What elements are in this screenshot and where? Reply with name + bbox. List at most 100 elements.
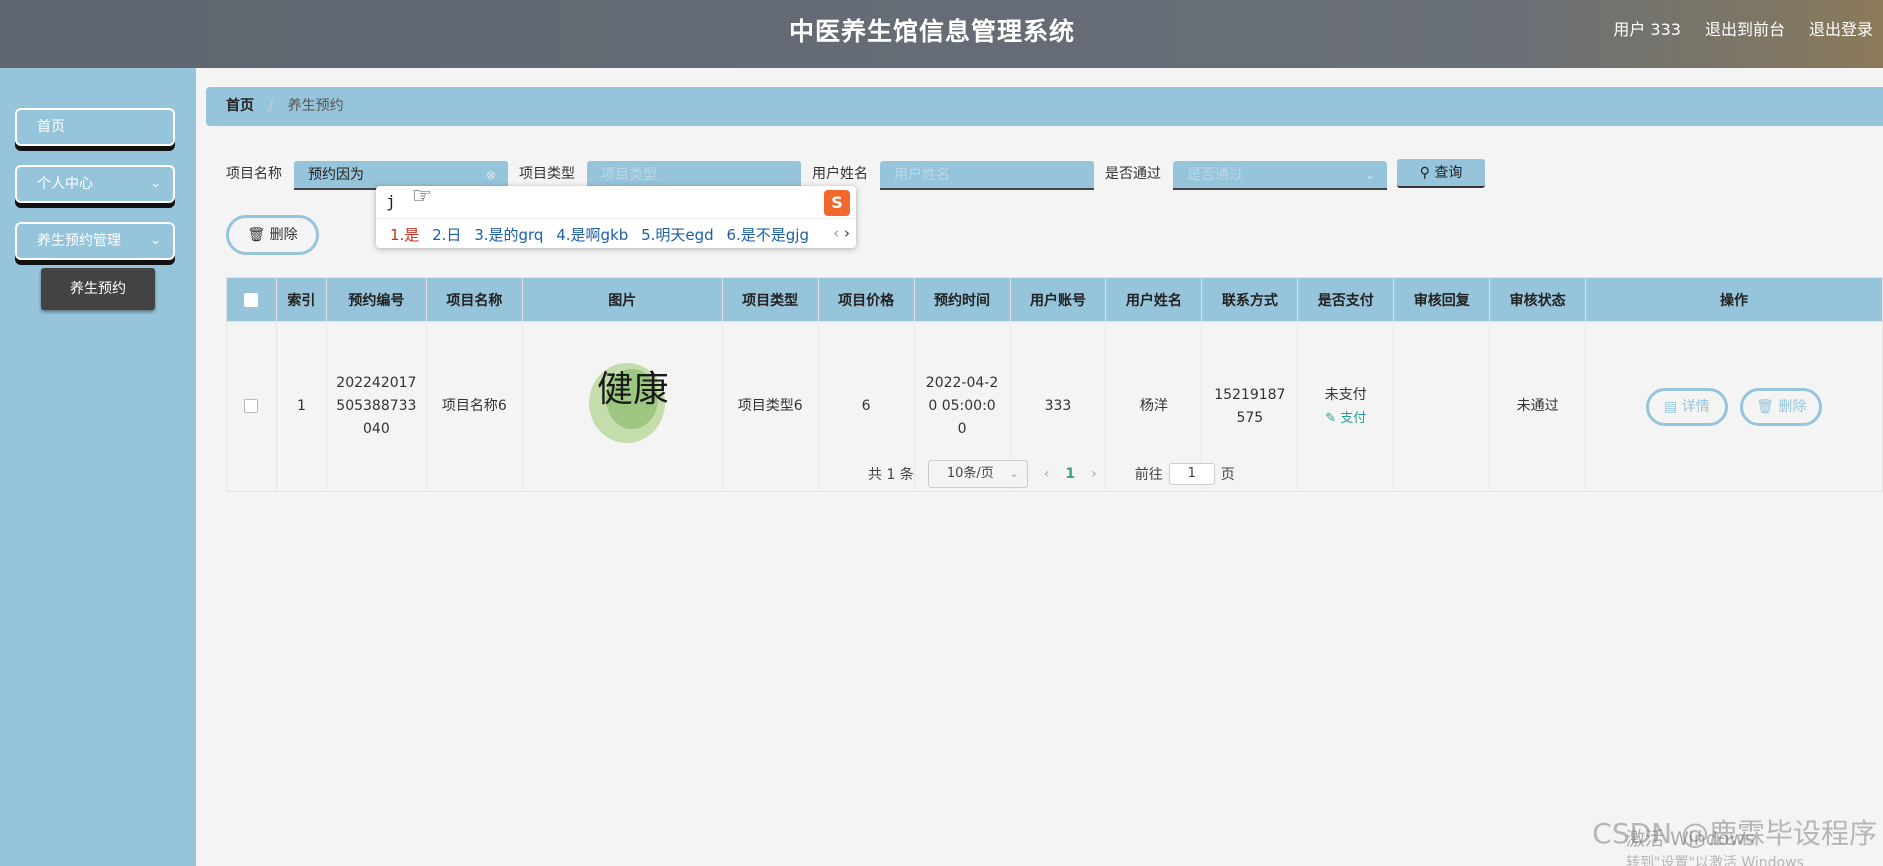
cell-image: 健康 (521, 321, 723, 492)
pagination-total: 共 1 条 (868, 467, 914, 483)
document-icon: ▤ (1663, 398, 1678, 415)
passed-placeholder: 是否通过 (1187, 167, 1243, 183)
batch-delete-button[interactable]: 🗑 删除 (226, 215, 319, 255)
sidebar: 首页 个人中心 ⌄ 养生预约管理 ⌄ 养生预约 (0, 68, 196, 866)
ime-candidate[interactable]: 5.明天egd (641, 226, 714, 244)
ime-prev-icon[interactable]: ‹ (833, 224, 839, 242)
passed-label: 是否通过 (1105, 166, 1161, 182)
trash-icon: 🗑 (247, 227, 266, 243)
next-page-button[interactable]: › (1091, 466, 1097, 482)
cell-order-no: 202242017505388733040 (325, 321, 427, 492)
logout-link[interactable]: 退出登录 (1809, 16, 1873, 40)
column-header: 项目类型 (721, 277, 819, 322)
detail-button-label: 详情 (1681, 398, 1710, 415)
cell-reply (1393, 321, 1491, 492)
breadcrumb-current: 养生预约 (287, 98, 344, 114)
column-header: 是否支付 (1297, 277, 1395, 322)
detail-button[interactable]: ▤ 详情 (1645, 387, 1728, 426)
chevron-down-icon: ⌄ (150, 176, 161, 191)
ime-divider (376, 218, 856, 219)
cell-index: 1 (275, 321, 327, 492)
breadcrumb-home[interactable]: 首页 (226, 98, 254, 114)
sidebar-item-personal-center[interactable]: 个人中心 ⌄ (15, 165, 175, 203)
user-name-input[interactable]: 用户姓名 (880, 161, 1094, 190)
project-name-label: 项目名称 (226, 166, 282, 182)
sidebar-item-home[interactable]: 首页 (15, 108, 175, 146)
row-checkbox[interactable] (244, 399, 259, 413)
ime-candidates: 1.是 2.日 3.是的grq 4.是啊gkb 5.明天egd 6.是不是gjg (390, 224, 817, 245)
pagination: 共 1 条 10条/页 ⌄ ‹ 1 › 前往 1 页 (868, 460, 1235, 488)
ime-logo-icon: S (824, 190, 850, 216)
chevron-down-icon: ⌄ (1009, 467, 1019, 480)
trash-icon: 🗑 (1756, 398, 1774, 415)
sidebar-subitem-booking[interactable]: 养生预约 (41, 268, 155, 310)
ime-candidate[interactable]: 6.是不是gjg (726, 226, 809, 244)
column-header: 索引 (275, 277, 327, 322)
page-number[interactable]: 1 (1065, 466, 1075, 482)
column-header: 项目价格 (817, 277, 915, 322)
column-header: 预约时间 (913, 277, 1011, 322)
column-header: 图片 (521, 277, 723, 322)
column-header: 操作 (1585, 277, 1883, 322)
prev-page-button[interactable]: ‹ (1044, 466, 1050, 482)
project-type-label: 项目类型 (519, 166, 575, 182)
query-button-label: 查询 (1434, 165, 1463, 181)
windows-activation-hint: 转到"设置"以激活 Windows (1626, 855, 1804, 866)
app-title: 中医养生馆信息管理系统 (788, 17, 1075, 46)
cell-paid: 未支付 ✎ 支付 (1297, 321, 1395, 492)
cell-project-type: 项目类型6 (721, 321, 819, 492)
sidebar-item-label: 首页 (37, 119, 65, 135)
windows-activation-watermark: 激活 Windows (1626, 828, 1755, 850)
column-header: 审核状态 (1489, 277, 1587, 322)
page-size-select[interactable]: 10条/页 ⌄ (927, 460, 1028, 488)
header-links: 用户 333 退出到前台 退出登录 (1613, 16, 1873, 40)
ime-candidate[interactable]: 2.日 (432, 226, 461, 244)
ime-next-icon[interactable]: › (844, 224, 850, 242)
select-all-checkbox[interactable] (244, 292, 259, 307)
query-button[interactable]: ⚲ 查询 (1397, 159, 1485, 188)
table-header-row: 索引 预约编号 项目名称 图片 项目类型 项目价格 预约时间 用户账号 用户姓名… (226, 277, 1883, 322)
row-delete-label: 删除 (1778, 398, 1807, 415)
ime-candidate[interactable]: 4.是啊gkb (556, 226, 628, 244)
user-name-placeholder: 用户姓名 (894, 167, 950, 183)
chevron-down-icon: ⌄ (150, 233, 161, 248)
goto-page-input[interactable]: 1 (1168, 463, 1215, 485)
column-header: 用户账号 (1009, 277, 1107, 322)
contact-text: 15219187575 (1214, 386, 1286, 426)
search-icon: ⚲ (1419, 165, 1430, 181)
pay-link-label: 支付 (1340, 410, 1367, 426)
clear-icon: ⊗ (485, 168, 496, 182)
column-header: 联系方式 (1201, 277, 1299, 322)
cell-actions: ▤ 详情 🗑 删除 (1585, 321, 1883, 492)
row-select-cell[interactable] (226, 321, 277, 492)
cell-project-name: 项目名称6 (425, 321, 523, 492)
user-label: 用户 333 (1613, 20, 1681, 39)
edit-icon: ✎ (1325, 410, 1337, 426)
select-all-cell[interactable] (226, 277, 277, 322)
goto-label: 前往 (1134, 467, 1163, 483)
project-name-value: 预约因为 (308, 167, 364, 183)
breadcrumb-separator: / (268, 98, 274, 114)
breadcrumb: 首页 / 养生预约 (206, 87, 1883, 126)
cell-status: 未通过 (1489, 321, 1587, 492)
ime-nav: ‹ › (833, 224, 850, 242)
project-image: 健康 (589, 362, 667, 443)
exit-to-front-link[interactable]: 退出到前台 (1705, 16, 1785, 40)
project-type-placeholder: 项目类型 (601, 167, 657, 183)
sidebar-item-label: 养生预约管理 (37, 233, 121, 249)
pay-link[interactable]: ✎ 支付 (1298, 407, 1393, 430)
chevron-down-icon: ⌄ (1364, 168, 1375, 182)
ime-typed-text: j (386, 192, 396, 211)
user-name-label: 用户姓名 (812, 166, 868, 182)
page-suffix: 页 (1220, 467, 1235, 483)
ime-candidate-popup: j S 1.是 2.日 3.是的grq 4.是啊gkb 5.明天egd 6.是不… (376, 186, 856, 248)
passed-select[interactable]: 是否通过 ⌄ (1173, 161, 1387, 190)
column-header: 预约编号 (325, 277, 427, 322)
ime-candidate[interactable]: 1.是 (390, 226, 419, 244)
row-delete-button[interactable]: 🗑 删除 (1740, 387, 1823, 426)
app-header: 中医养生馆信息管理系统 用户 333 退出到前台 退出登录 (0, 0, 1883, 68)
sidebar-item-label: 个人中心 (37, 176, 93, 192)
ime-candidate[interactable]: 3.是的grq (474, 226, 543, 244)
sidebar-item-booking-management[interactable]: 养生预约管理 ⌄ (15, 222, 175, 260)
column-header: 用户姓名 (1105, 277, 1203, 322)
